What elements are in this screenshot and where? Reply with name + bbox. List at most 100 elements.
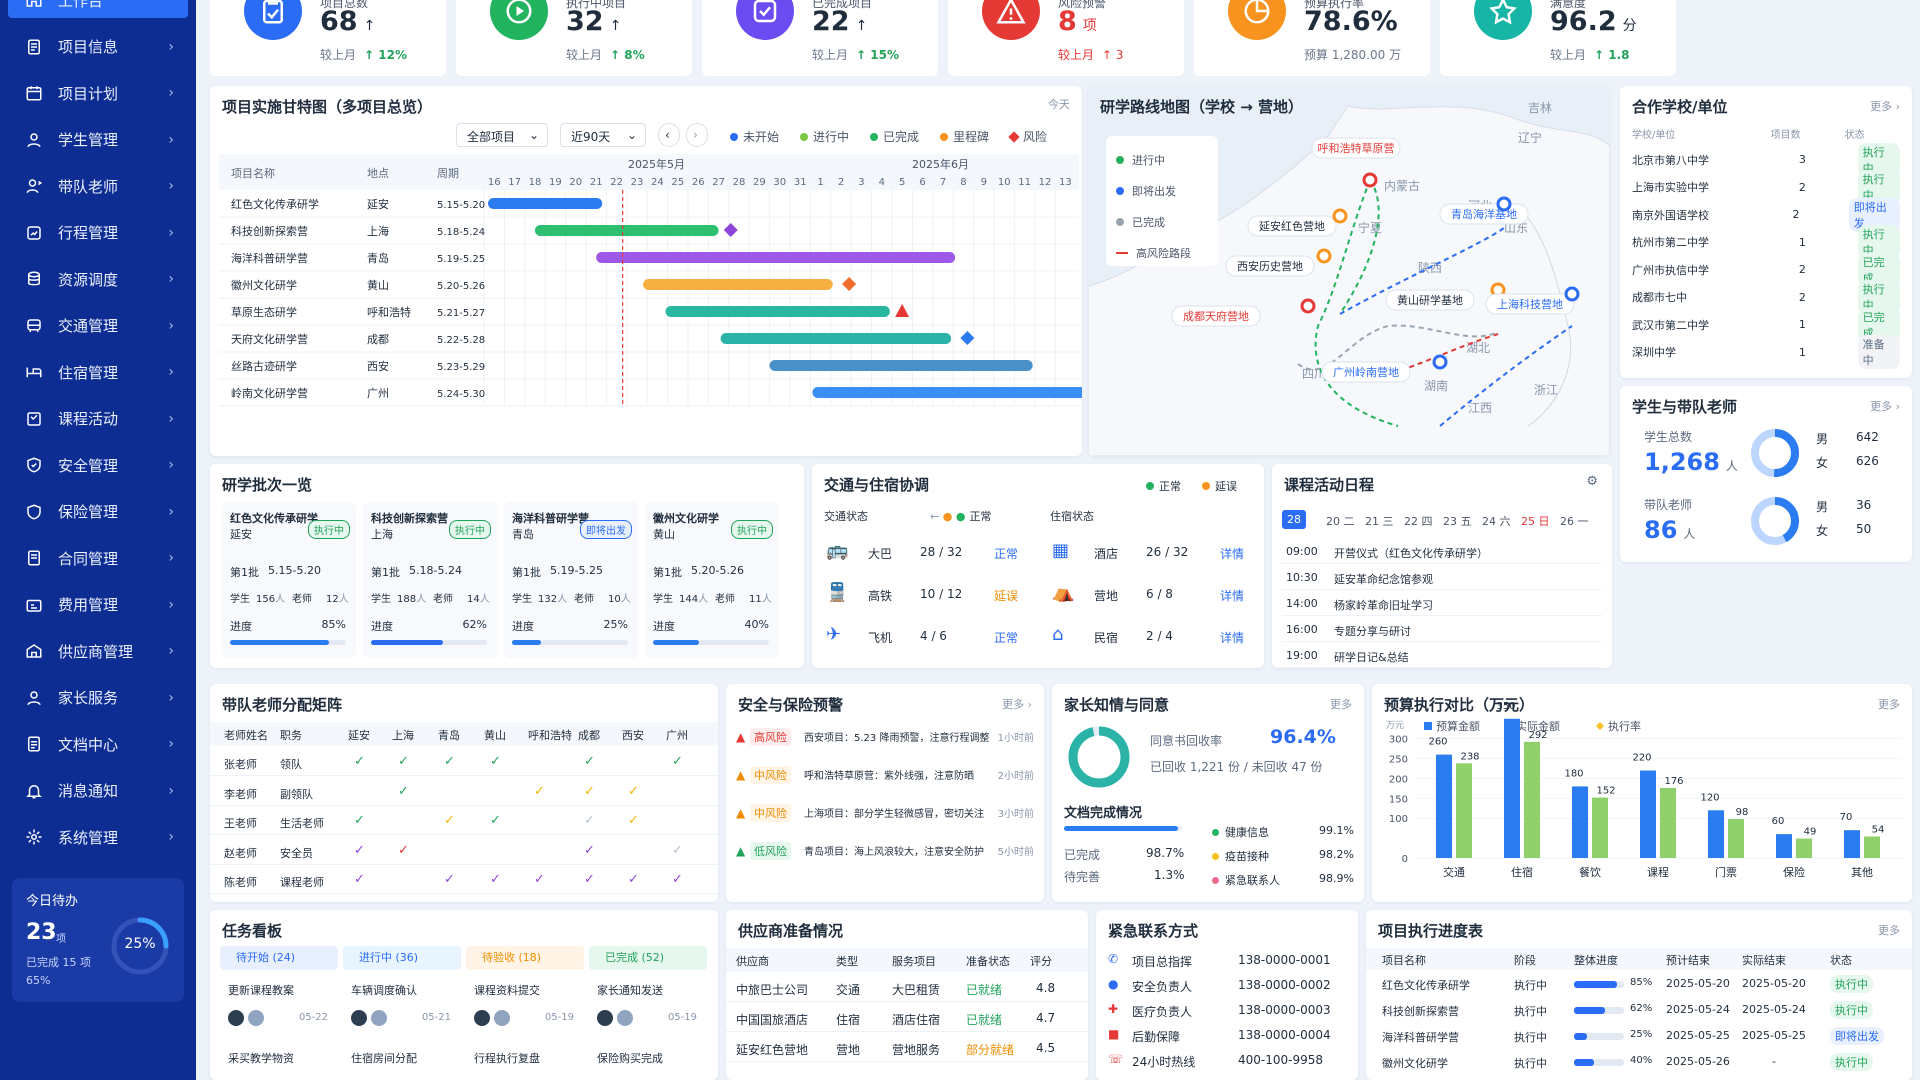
map-camp-label[interactable]: 成都天府营地 (1171, 305, 1261, 327)
kanban-card[interactable]: 更新课程教案 05-22 (220, 976, 338, 1038)
milestone-diamond-icon[interactable] (842, 277, 857, 291)
safety-alert[interactable]: ▲ 中风险 上海项目：部分学生轻微感冒，密切关注 3小时前 (736, 800, 1034, 830)
schedule-day-tab[interactable]: 25 日 (1516, 510, 1555, 532)
sidebar-item-2[interactable]: 项目计划 › (8, 75, 188, 111)
transport-row[interactable]: 🚌 大巴 28 / 32 正常 (824, 538, 1024, 568)
batch-card[interactable]: 红色文化传承研学 延安 执行中 第1批 5.15-5.20 学生 156人 老师 12人 进度 85… (222, 502, 356, 658)
schedule-event[interactable]: 14:00 杨家岭革命旧址学习 (1282, 592, 1602, 616)
kanban-card[interactable]: 车辆调度确认 05-21 (343, 976, 461, 1038)
table-row[interactable]: 南京外国语学校 2 即将出发 (1632, 197, 1900, 232)
map-pin-icon[interactable] (1564, 286, 1580, 302)
transport-row-action[interactable]: 正常 (994, 545, 1018, 562)
sidebar-item-15[interactable]: 家长服务 › (8, 680, 188, 716)
contact-phone[interactable]: 138-0000-0004 (1238, 1028, 1331, 1042)
contact-row[interactable]: ☏ 24小时热线 400-100-9958 (1108, 1050, 1348, 1072)
kpi-card-4[interactable]: 预算执行率 78.6% 预算 1,280.00 万 (1194, 0, 1430, 76)
progress-table-more-link[interactable]: 更多 (1878, 922, 1900, 938)
gantt-bar[interactable] (534, 225, 719, 236)
gantt-bar[interactable] (665, 306, 890, 317)
gantt-bar[interactable] (769, 360, 1033, 371)
kanban-card[interactable]: 行程执行复盘 (466, 1044, 584, 1080)
map-pin-icon[interactable] (1496, 196, 1512, 212)
budget-bar[interactable] (1776, 834, 1792, 858)
table-row[interactable]: 成都市七中 2 执行中 (1632, 280, 1900, 315)
batch-card[interactable]: 徽州文化研学 黄山 执行中 第1批 5.20-5.26 学生 144人 老师 11人 进度 40% (645, 502, 779, 658)
map-pin-icon[interactable] (1362, 172, 1378, 188)
schedule-event[interactable]: 19:00 研学日记&总结 (1282, 644, 1602, 668)
map-camp-label[interactable]: 上海科技营地 (1485, 293, 1575, 315)
kpi-card-0[interactable]: 项目总数 68 ↑ 较上月 ↑ 12% (210, 0, 446, 76)
sidebar-item-18[interactable]: 系统管理 › (8, 819, 188, 855)
kanban-column-header[interactable]: 待开始 (24) (220, 946, 338, 970)
sidebar-item-8[interactable]: 住宿管理 › (8, 354, 188, 390)
table-row[interactable]: 张老师 领队 ✓ ✓ ✓ ✓ ✓ ✓ (210, 750, 718, 776)
budget-bar[interactable] (1728, 819, 1744, 858)
sidebar-item-14[interactable]: 供应商管理 › (8, 633, 188, 669)
kpi-card-1[interactable]: 执行中项目 32 ↑ 较上月 ↑ 8% (456, 0, 692, 76)
contact-row[interactable]: ✚ 医疗负责人 138-0000-0003 (1108, 1000, 1348, 1022)
table-row[interactable]: 深圳中学 1 准备中 (1632, 335, 1900, 370)
table-row[interactable]: 上海市实验中学 2 执行中 (1632, 170, 1900, 205)
schedule-event[interactable]: 09:00 开营仪式（红色文化传承研学） (1282, 540, 1602, 564)
sidebar-item-0[interactable]: 工作台 (8, 0, 188, 18)
kpi-card-5[interactable]: 满意度 96.2 分较上月 ↑ 1.8 (1440, 0, 1676, 76)
transport-row-action[interactable]: 正常 (994, 629, 1018, 646)
map-camp-label[interactable]: 延安红色营地 (1247, 215, 1337, 237)
table-row[interactable]: 海洋科普研学营 执行中 25% 2025-05-25 2025-05-25 即将出发 (1366, 1024, 1912, 1048)
kanban-column-header[interactable]: 进行中 (36) (343, 946, 461, 970)
kanban-column-header[interactable]: 待验收 (18) (466, 946, 584, 970)
transport-row[interactable]: ✈ 飞机 4 / 6 正常 (824, 622, 1024, 652)
table-row[interactable]: 陈老师 课程老师 ✓ ✓ ✓ ✓ ✓ ✓ ✓ (210, 868, 718, 894)
safety-more-link[interactable]: 更多 › (1002, 696, 1032, 712)
gantt-bar[interactable] (720, 333, 952, 344)
table-row[interactable]: 北京市第八中学 3 执行中 (1632, 142, 1900, 177)
budget-bar[interactable] (1708, 810, 1724, 858)
table-row[interactable]: 中旅巴士公司 交通 大巴租赁 已就绪 4.8 (726, 974, 1088, 1002)
sidebar-item-4[interactable]: 带队老师 › (8, 168, 188, 204)
sidebar-item-7[interactable]: 交通管理 › (8, 308, 188, 344)
contact-row[interactable]: ■ 后勤保障 138-0000-0004 (1108, 1025, 1348, 1047)
kanban-card[interactable]: 住宿房间分配 (343, 1044, 461, 1080)
sidebar-item-13[interactable]: 费用管理 › (8, 587, 188, 623)
sidebar-item-6[interactable]: 资源调度 › (8, 261, 188, 297)
transport-row-action[interactable]: 详情 (1220, 587, 1244, 604)
schedule-day-tab[interactable]: 26 一 (1555, 510, 1594, 532)
budget-bar[interactable] (1640, 770, 1656, 858)
table-row[interactable]: 武汉市第二中学 1 已完成 (1632, 307, 1900, 342)
kanban-card[interactable]: 课程资料提交 05-19 (466, 976, 584, 1038)
sidebar-item-3[interactable]: 学生管理 › (8, 122, 188, 158)
risk-triangle-icon[interactable] (895, 304, 910, 317)
contact-phone[interactable]: 138-0000-0001 (1238, 953, 1331, 967)
contact-row[interactable]: ● 安全负责人 138-0000-0002 (1108, 975, 1348, 997)
schedule-day-tab[interactable]: 24 六 (1477, 510, 1516, 532)
map-pin-icon[interactable] (1300, 298, 1316, 314)
contact-phone[interactable]: 138-0000-0002 (1238, 978, 1331, 992)
transport-row[interactable]: ⛺ 营地 6 / 8 详情 (1050, 580, 1250, 610)
map-camp-label[interactable]: 广州岭南营地 (1321, 361, 1411, 383)
sidebar-item-10[interactable]: 安全管理 › (8, 447, 188, 483)
budget-bar[interactable] (1456, 763, 1472, 858)
table-row[interactable]: 杭州市第二中学 1 执行中 (1632, 225, 1900, 260)
safety-alert[interactable]: ▲ 低风险 青岛项目：海上风浪较大，注意安全防护 5小时前 (736, 838, 1034, 868)
gantt-bar[interactable] (643, 279, 833, 290)
map-camp-label[interactable]: 黄山研学基地 (1385, 289, 1475, 311)
table-row[interactable]: 延安红色营地 营地 营地服务 部分就绪 4.5 (726, 1034, 1088, 1062)
schedule-day-tab[interactable]: 21 三 (1360, 510, 1399, 532)
transport-row-action[interactable]: 详情 (1220, 629, 1244, 646)
sidebar-item-5[interactable]: 行程管理 › (8, 215, 188, 251)
budget-bar[interactable] (1524, 741, 1540, 858)
table-row[interactable]: 王老师 生活老师 ✓ ✓ ✓ ✓ ✓ (210, 809, 718, 835)
budget-bar[interactable] (1572, 786, 1588, 858)
table-row[interactable]: 科技创新探索营 执行中 62% 2025-05-24 2025-05-24 执行中 (1366, 998, 1912, 1022)
contact-row[interactable]: ✆ 项目总指挥 138-0000-0001 (1108, 950, 1348, 972)
milestone-diamond-icon[interactable] (723, 223, 738, 237)
map-pin-icon[interactable] (1432, 354, 1448, 370)
transport-row[interactable]: ▦ 酒店 26 / 32 详情 (1050, 538, 1250, 568)
table-row[interactable]: 红色文化传承研学 执行中 85% 2025-05-20 2025-05-20 执行中 (1366, 972, 1912, 996)
table-row[interactable]: 中国国旅酒店 住宿 酒店住宿 已就绪 4.7 (726, 1004, 1088, 1032)
kpi-card-2[interactable]: 已完成项目 22 ↑ 较上月 ↑ 15% (702, 0, 938, 76)
table-row[interactable]: 徽州文化研学 执行中 40% 2025-05-26 - 执行中 (1366, 1050, 1912, 1074)
batch-card[interactable]: 海洋科普研学营 青岛 即将出发 第1批 5.19-5.25 学生 132人 老师 10人 进度 25… (504, 502, 638, 658)
budget-bar[interactable] (1592, 797, 1608, 858)
schedule-settings-icon[interactable]: ⚙ (1586, 474, 1598, 489)
